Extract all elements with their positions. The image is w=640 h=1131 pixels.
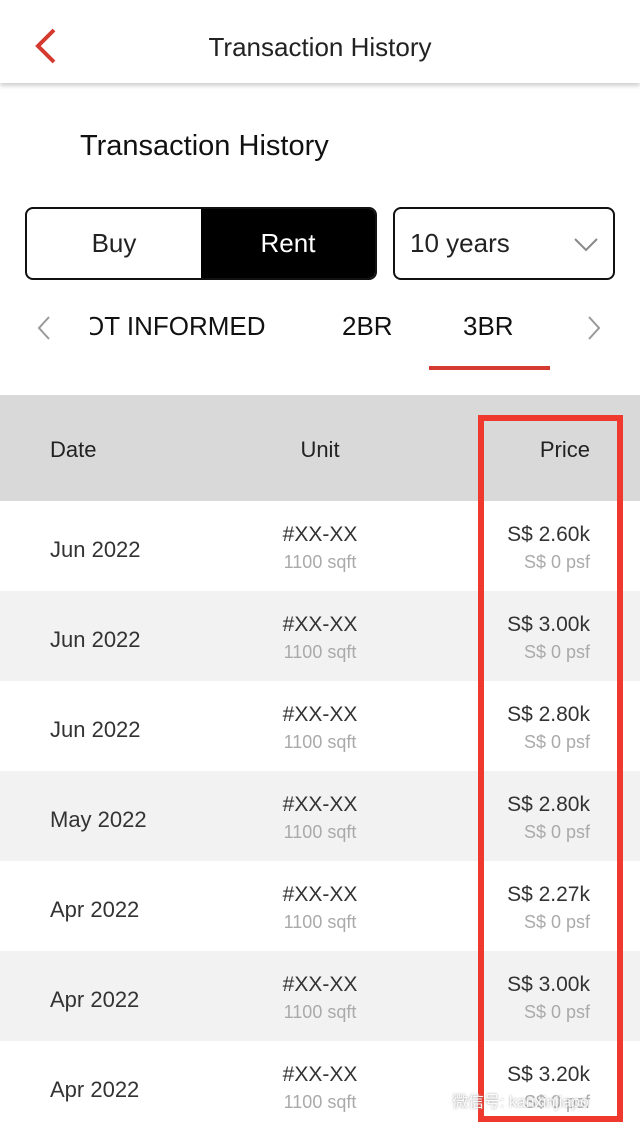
row-date: Jun 2022 (50, 717, 141, 742)
price-highlight-box (478, 415, 623, 1122)
period-value: 10 years (410, 228, 510, 258)
buy-rent-toggle: Buy Rent (25, 207, 377, 280)
row-size: 1100 sqft (283, 912, 357, 932)
row-unit: #XX-XX (282, 613, 358, 636)
row-date: Apr 2022 (50, 987, 140, 1012)
row-unit: #XX-XX (282, 793, 358, 816)
row-size: 1100 sqft (283, 1092, 357, 1112)
row-unit: #XX-XX (282, 703, 358, 726)
row-date: Apr 2022 (50, 897, 140, 922)
row-unit: #XX-XX (282, 883, 358, 906)
row-unit: #XX-XX (282, 973, 358, 996)
chevron-right-icon[interactable] (586, 315, 602, 341)
tab-not-informed[interactable]: OT INFORMED (90, 311, 266, 342)
row-date: May 2022 (50, 807, 147, 832)
row-size: 1100 sqft (283, 552, 357, 572)
page-title: Transaction History (80, 130, 329, 162)
row-size: 1100 sqft (283, 822, 357, 842)
header-unit: Unit (300, 437, 340, 462)
buy-option[interactable]: Buy (27, 209, 201, 278)
header-date: Date (50, 437, 97, 462)
row-size: 1100 sqft (283, 1002, 357, 1022)
row-date: Jun 2022 (50, 537, 141, 562)
watermark: 微信号: kanxinjiapo (452, 1094, 589, 1111)
chevron-down-icon (574, 238, 598, 252)
tab-3br[interactable]: 3BR (463, 311, 514, 342)
rent-option[interactable]: Rent (201, 209, 375, 278)
row-unit: #XX-XX (282, 1063, 358, 1086)
tab-2br[interactable]: 2BR (342, 311, 393, 342)
period-dropdown[interactable]: 10 years (393, 207, 615, 280)
header-title: Transaction History (208, 32, 432, 62)
chevron-left-icon[interactable] (36, 315, 52, 341)
row-size: 1100 sqft (283, 732, 357, 752)
bedroom-tabs: OT INFORMED 2BR 3BR (0, 305, 640, 375)
row-date: Apr 2022 (50, 1077, 140, 1102)
top-bar: Transaction History (0, 0, 640, 83)
row-unit: #XX-XX (282, 523, 358, 546)
active-tab-indicator (429, 366, 550, 370)
row-size: 1100 sqft (283, 642, 357, 662)
row-date: Jun 2022 (50, 627, 141, 652)
